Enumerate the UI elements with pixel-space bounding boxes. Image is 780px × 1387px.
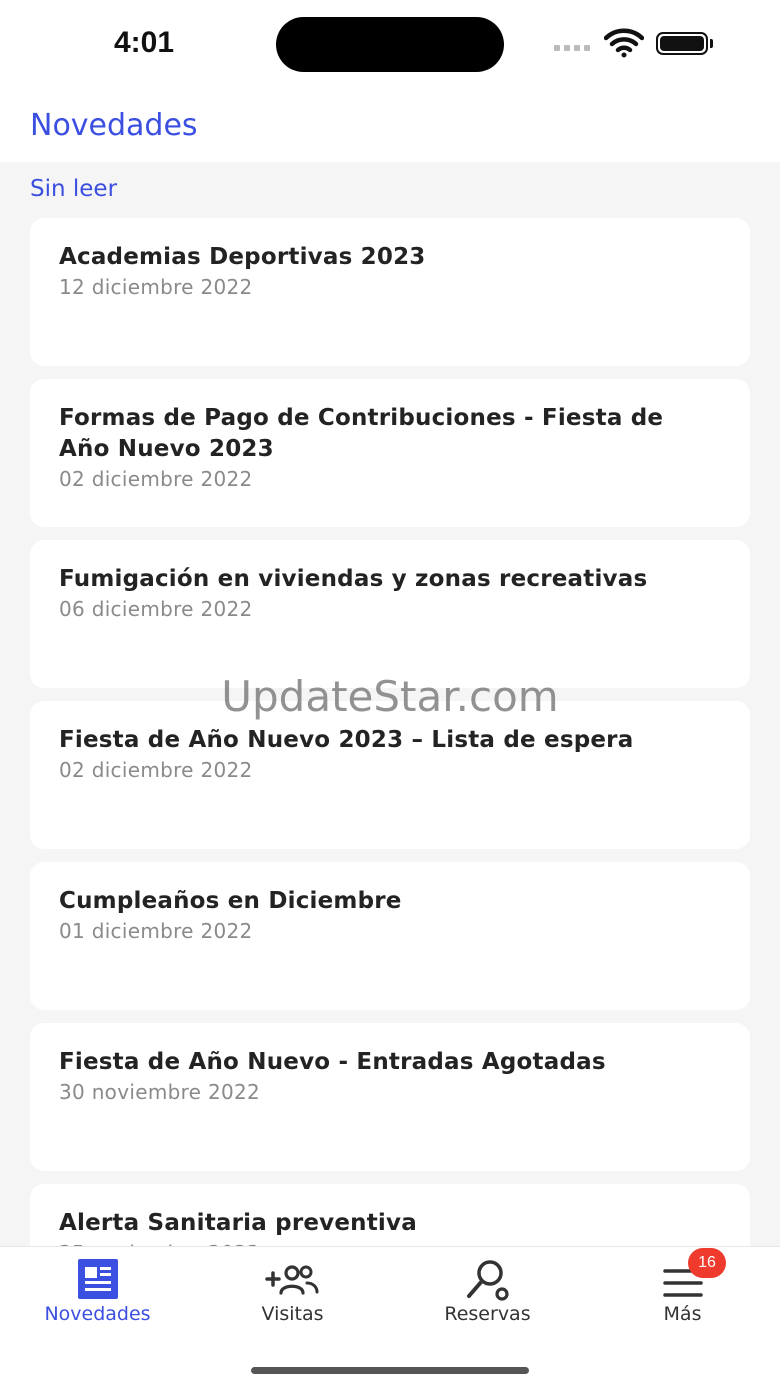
news-date: 12 diciembre 2022 [59,275,253,299]
tab-novedades[interactable]: Novedades [0,1247,195,1347]
battery-tip [710,39,713,48]
news-date: 02 diciembre 2022 [59,467,253,491]
news-title: Formas de Pago de Contribuciones - Fiest… [59,405,664,462]
news-date: 06 diciembre 2022 [59,597,253,621]
news-card[interactable]: Fiesta de Año Nuevo 2023 – Lista de espe… [30,701,750,849]
section-label-unread: Sin leer [30,176,118,202]
cellular-signal-icon [554,45,590,51]
news-card[interactable]: Formas de Pago de Contribuciones - Fiest… [30,379,750,527]
page-header: Novedades [0,90,780,162]
news-card[interactable]: Academias Deportivas 2023 12 diciembre 2… [30,218,750,366]
add-people-icon [264,1265,318,1295]
news-card[interactable]: Fumigación en viviendas y zonas recreati… [30,540,750,688]
news-title: Fiesta de Año Nuevo 2023 – Lista de espe… [59,727,634,753]
news-title: Fumigación en viviendas y zonas recreati… [59,566,648,592]
status-bar: 4:01 [0,0,780,90]
news-card[interactable]: Cumpleaños en Diciembre 01 diciembre 202… [30,862,750,1010]
news-title: Alerta Sanitaria preventiva [59,1210,417,1236]
news-icon [77,1259,118,1299]
notification-badge: 16 [688,1248,726,1278]
news-title: Fiesta de Año Nuevo - Entradas Agotadas [59,1049,606,1075]
tab-reservas[interactable]: Reservas [390,1247,585,1347]
battery-icon [656,32,708,55]
tab-label: Reservas [444,1303,531,1325]
tab-mas[interactable]: Más [585,1247,780,1347]
news-title: Cumpleaños en Diciembre [59,888,402,914]
news-title: Academias Deportivas 2023 [59,244,426,270]
tab-bar: Novedades Visitas Reservas Más [0,1246,780,1387]
home-indicator [251,1367,529,1374]
dynamic-island [276,17,504,72]
tab-label: Visitas [261,1303,324,1325]
tab-visitas[interactable]: Visitas [195,1247,390,1347]
racket-icon [466,1260,509,1301]
wifi-icon [604,28,644,58]
tab-label: Más [663,1303,702,1325]
tab-label: Novedades [44,1303,151,1325]
news-date: 02 diciembre 2022 [59,758,253,782]
news-date: 30 noviembre 2022 [59,1080,261,1104]
status-time: 4:01 [114,26,175,59]
page-title: Novedades [30,108,198,143]
news-card[interactable]: Fiesta de Año Nuevo - Entradas Agotadas … [30,1023,750,1171]
news-date: 01 diciembre 2022 [59,919,253,943]
